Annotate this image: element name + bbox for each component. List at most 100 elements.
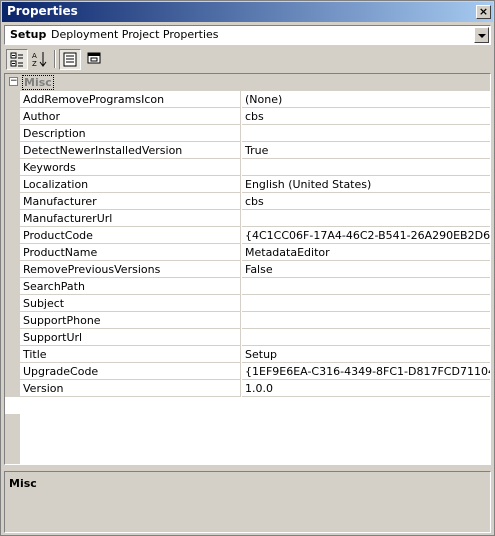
categorized-icon [10,52,23,67]
alphabetical-button[interactable]: A Z [29,49,51,70]
title-bar[interactable]: Properties × [2,2,493,22]
category-row-misc[interactable]: − Misc [5,74,490,91]
property-row[interactable]: SearchPath [5,278,490,295]
property-value[interactable] [242,278,490,295]
description-title: Misc [9,477,37,490]
property-row[interactable]: AddRemoveProgramsIcon (None) [5,91,490,108]
property-row[interactable]: Keywords [5,159,490,176]
property-row[interactable]: Manufacturer cbs [5,193,490,210]
property-name[interactable]: Description [20,125,241,142]
property-value[interactable]: cbs [242,193,490,210]
categorized-button[interactable] [6,49,28,70]
property-name[interactable]: ManufacturerUrl [20,210,241,227]
property-rows: AddRemoveProgramsIcon (None) Author cbs Desc… [5,91,490,397]
property-name[interactable]: Author [20,108,241,125]
chevron-down-icon [478,34,486,38]
property-name[interactable]: SupportUrl [20,329,241,346]
row-margin [5,363,20,380]
window-title: Properties [7,4,78,18]
property-row[interactable]: Version 1.0.0 [5,380,490,397]
property-name[interactable]: SupportPhone [20,312,241,329]
property-row[interactable]: Description [5,125,490,142]
property-name[interactable]: Subject [20,295,241,312]
row-margin [5,329,20,346]
property-row[interactable]: UpgradeCode {1EF9E6EA-C316-4349-8FC1-D817… [5,363,490,380]
property-value[interactable]: English (United States) [242,176,490,193]
property-value[interactable]: {1EF9E6EA-C316-4349-8FC1-D817FCD71104} [242,363,490,380]
property-value[interactable] [242,210,490,227]
properties-button[interactable] [59,49,81,70]
property-name[interactable]: Manufacturer [20,193,241,210]
properties-icon [63,52,77,67]
property-value[interactable]: {4C1CC06F-17A4-46C2-B541-26A290EB2D61} [242,227,490,244]
collapse-icon[interactable]: − [9,77,18,86]
object-selector-dropdown-button[interactable] [474,27,489,43]
property-value[interactable] [242,312,490,329]
property-row[interactable]: Author cbs [5,108,490,125]
properties-window: Properties × Setup Deployment Project Pr… [0,0,495,536]
row-margin [5,261,20,278]
property-name[interactable]: DetectNewerInstalledVersion [20,142,241,159]
row-margin [5,193,20,210]
property-row[interactable]: ProductCode {4C1CC06F-17A4-46C2-B541-26A2… [5,227,490,244]
object-name: Setup [10,28,47,41]
property-value[interactable]: True [242,142,490,159]
grid-margin-filler [5,414,20,464]
property-value[interactable]: False [242,261,490,278]
row-margin [5,244,20,261]
row-margin [5,176,20,193]
property-name[interactable]: RemovePreviousVersions [20,261,241,278]
row-margin [5,295,20,312]
row-margin [5,312,20,329]
row-margin [5,346,20,363]
property-value[interactable]: (None) [242,91,490,108]
row-margin [5,159,20,176]
row-margin [5,227,20,244]
object-selector[interactable]: Setup Deployment Project Properties [4,25,491,45]
property-value[interactable]: Setup [242,346,490,363]
description-pane: Misc [4,471,491,533]
alphabetical-sort-icon: A Z [32,52,47,68]
property-value[interactable] [242,295,490,312]
object-type: Deployment Project Properties [51,28,219,41]
property-value[interactable] [242,159,490,176]
row-margin [5,142,20,159]
property-value[interactable] [242,125,490,142]
property-name[interactable]: ProductName [20,244,241,261]
property-row[interactable]: ProductName MetadataEditor [5,244,490,261]
row-margin [5,108,20,125]
property-name[interactable]: Title [20,346,241,363]
property-name[interactable]: SearchPath [20,278,241,295]
property-name[interactable]: Keywords [20,159,241,176]
property-grid[interactable]: − Misc AddRemoveProgramsIcon (None) Author… [4,73,491,465]
category-label: Misc [22,75,54,90]
property-pages-icon [87,52,101,64]
row-margin [5,210,20,227]
property-value[interactable] [242,329,490,346]
property-value[interactable]: cbs [242,108,490,125]
property-row[interactable]: Title Setup [5,346,490,363]
property-row[interactable]: Localization English (United States) [5,176,490,193]
toolbar: A Z [4,48,491,70]
property-row[interactable]: Subject [5,295,490,312]
row-margin [5,91,20,108]
property-row[interactable]: DetectNewerInstalledVersion True [5,142,490,159]
row-margin [5,380,20,397]
property-name[interactable]: Version [20,380,241,397]
property-value[interactable]: MetadataEditor [242,244,490,261]
property-row[interactable]: RemovePreviousVersions False [5,261,490,278]
property-name[interactable]: Localization [20,176,241,193]
property-row[interactable]: SupportPhone [5,312,490,329]
svg-text:Z: Z [32,60,37,68]
row-margin [5,125,20,142]
property-row[interactable]: SupportUrl [5,329,490,346]
property-pages-button[interactable] [84,49,106,70]
property-row[interactable]: ManufacturerUrl [5,210,490,227]
row-margin [5,278,20,295]
property-name[interactable]: AddRemoveProgramsIcon [20,91,241,108]
property-value[interactable]: 1.0.0 [242,380,490,397]
property-name[interactable]: UpgradeCode [20,363,241,380]
close-icon[interactable]: × [476,5,491,19]
toolbar-separator [54,50,56,68]
property-name[interactable]: ProductCode [20,227,241,244]
